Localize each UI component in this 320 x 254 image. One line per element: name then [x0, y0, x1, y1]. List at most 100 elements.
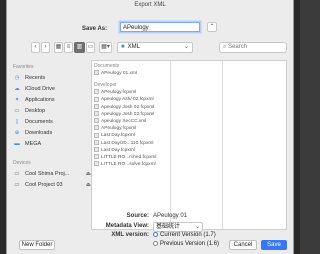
sidebar-item-recents[interactable]: ◷ Recents — [13, 73, 91, 84]
file-item[interactable]: LITTLE RO...solve.fcpxml — [92, 161, 170, 168]
file-column: Documents APeulogy 01.xml Developer APeu… — [92, 61, 171, 229]
devices-heading: Devices — [13, 160, 31, 166]
radio-current-version[interactable]: Current Version (1.7) — [153, 232, 216, 238]
file-item[interactable]: Last Day.fcpxml — [92, 146, 170, 154]
save-as-input[interactable]: APeulogy — [120, 22, 200, 32]
documents-group-heading: Documents — [94, 63, 120, 69]
sidebar-item-label: Cool Shima Proj... — [25, 171, 70, 177]
file-icon — [94, 118, 99, 124]
xml-version-label: XML version: — [111, 232, 149, 238]
metadata-view-label: Metadata View: — [105, 223, 149, 229]
file-item[interactable]: Apeulogy XecCC.xml — [92, 118, 170, 125]
chevron-up-icon[interactable]: ⌃ — [207, 22, 217, 32]
clock-icon: ◷ — [14, 75, 20, 81]
chevron-updown-icon: ⌄ — [194, 224, 200, 230]
file-item[interactable]: Last Day.fcpxml — [92, 132, 170, 139]
search-input[interactable]: ⌕ Search — [219, 42, 287, 53]
sidebar-item-mega[interactable]: ▬ MEGA — [13, 139, 91, 150]
file-icon — [94, 154, 99, 160]
file-item[interactable]: LITTLE RO...rched.fcpxml — [92, 154, 170, 161]
download-icon: ⊕ — [14, 130, 20, 136]
file-item[interactable]: Apeulogy Josh 02.fcpxml — [92, 103, 170, 111]
source-label: Source: — [126, 213, 149, 219]
file-icon — [94, 132, 99, 138]
sidebar-item-applications[interactable]: ✦ Applications — [13, 95, 91, 106]
sidebar-item-device-1[interactable]: ▭ Cool Shima Proj... ⏏ — [13, 169, 91, 180]
location-popup[interactable]: ■ XML ⌄ — [117, 42, 193, 53]
disk-icon: ▭ — [14, 182, 20, 188]
sidebar: Favorites ◷ Recents ☁ iCloud Drive ✦ Applic… — [13, 60, 91, 230]
developer-group-heading: Developer — [94, 82, 117, 89]
file-name: LITTLE RO...solve.fcpxml — [101, 162, 156, 168]
file-icon — [94, 139, 99, 145]
applications-icon: ✦ — [14, 97, 20, 103]
file-name: Apeulogy Ash/ 02.fcpxml — [101, 97, 154, 103]
sidebar-item-label: Desktop — [25, 108, 46, 114]
file-icon — [94, 70, 99, 76]
file-name: Last Day.fcpxml — [101, 147, 135, 153]
sidebar-item-icloud-drive[interactable]: ☁ iCloud Drive — [13, 84, 91, 95]
file-icon — [94, 103, 99, 109]
grid-icon[interactable]: ▦ — [54, 42, 63, 53]
file-item[interactable]: APeulogy.fcpxml — [92, 89, 170, 96]
file-name: Apeulogy Josh 02.fcpxml — [101, 111, 155, 117]
file-name: Last Day/20...110.fcpxml — [101, 140, 154, 146]
folder-icon: ▬ — [14, 141, 20, 147]
desktop-background-right — [294, 0, 300, 254]
location-label: XML — [127, 44, 140, 50]
export-xml-dialog: Export XML Save As: APeulogy ⌃ ‹ › ▦ ≡ ▥… — [6, 0, 294, 254]
file-name: Apeulogy Josh 02.fcpxml — [101, 104, 155, 110]
metadata-view-select[interactable]: 基础统计 ⌄ — [153, 222, 203, 232]
file-name: Apeulogy XecCC.xml — [101, 118, 147, 124]
sidebar-item-label: MEGA — [25, 141, 42, 147]
sidebar-item-device-2[interactable]: ▭ Cool Project 03 ⏏ — [13, 180, 91, 191]
file-item[interactable]: Last Day/20...110.fcpxml — [92, 139, 170, 147]
save-as-label: Save As: — [82, 26, 108, 32]
search-icon: ⌕ — [223, 44, 227, 50]
file-name: APeulogy.fcpxml — [101, 126, 137, 132]
file-item[interactable]: APeulogy.fcpxml — [92, 125, 170, 132]
sidebar-item-documents[interactable]: ▯ Documents — [13, 117, 91, 128]
cancel-button[interactable]: Cancel — [229, 240, 257, 250]
chevron-right-icon[interactable]: › — [41, 42, 50, 53]
empty-column — [222, 61, 286, 229]
file-browser: Documents APeulogy 01.xml Developer APeu… — [91, 60, 287, 230]
new-folder-button[interactable]: New Folder — [19, 240, 55, 250]
file-name: LITTLE RO...rched.fcpxml — [101, 154, 157, 160]
sidebar-item-downloads[interactable]: ⊕ Downloads — [13, 128, 91, 139]
file-icon — [94, 161, 99, 167]
source-value: APeulogy 01 — [153, 213, 188, 219]
sidebar-item-label: Downloads — [25, 130, 53, 136]
list-icon[interactable]: ≡ — [64, 42, 73, 53]
empty-column — [170, 61, 223, 229]
file-item[interactable]: Apeulogy Ash/ 02.fcpxml — [92, 96, 170, 103]
file-icon — [94, 89, 99, 95]
sidebar-item-label: Cool Project 03 — [25, 182, 63, 188]
desktop-icon: ▭ — [14, 108, 20, 114]
file-name: APeulogy 01.xml — [101, 71, 137, 76]
favorites-heading: Favorites — [13, 64, 34, 70]
chevron-left-icon[interactable]: ‹ — [31, 42, 40, 53]
radio-label: Current Version (1.7) — [160, 232, 216, 239]
sidebar-item-label: Applications — [25, 97, 55, 103]
chevron-updown-icon: ⌄ — [183, 44, 189, 50]
gallery-icon[interactable]: ▭ — [86, 42, 95, 53]
window-title: Export XML — [134, 2, 166, 8]
save-button[interactable]: Save — [261, 240, 287, 250]
file-icon — [94, 125, 99, 131]
group-icon[interactable]: ▦▾ — [99, 42, 112, 53]
columns-icon[interactable]: ▥ — [74, 42, 85, 53]
metadata-view-value: 基础统计 — [156, 224, 181, 230]
disk-icon: ▭ — [14, 171, 20, 177]
cloud-icon: ☁ — [14, 86, 20, 92]
radio-selected-icon — [153, 232, 158, 237]
file-item[interactable]: APeulogy 01.xml — [92, 70, 170, 77]
sidebar-item-label: Documents — [25, 119, 53, 125]
folder-icon: ■ — [121, 44, 125, 50]
sidebar-item-desktop[interactable]: ▭ Desktop — [13, 106, 91, 117]
search-placeholder: Search — [228, 44, 248, 50]
file-icon — [94, 146, 99, 152]
file-name: Last Day.fcpxml — [101, 133, 135, 139]
file-item[interactable]: Apeulogy Josh 02.fcpxml — [92, 110, 170, 118]
sidebar-item-label: Recents — [25, 75, 46, 81]
